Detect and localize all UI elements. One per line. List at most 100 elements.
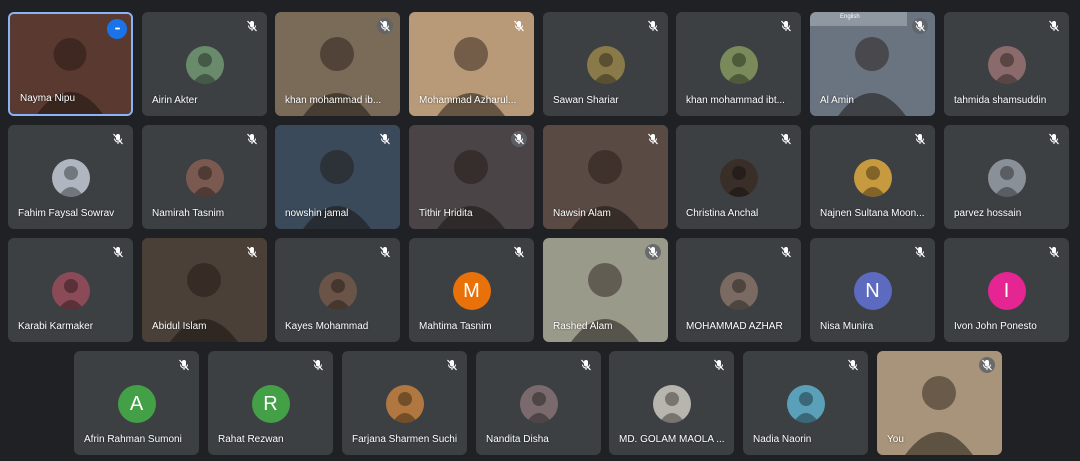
participant-avatar — [853, 159, 892, 197]
mic-muted-icon — [377, 244, 393, 260]
participant-tile[interactable]: parvez hossain — [944, 125, 1069, 229]
mic-muted-icon — [377, 131, 393, 147]
participant-tile[interactable]: Mohammad Azharul... — [409, 12, 534, 116]
participant-name: Mahtima Tasnim — [419, 321, 492, 332]
participant-letter-avatar: M — [452, 272, 491, 310]
participant-tile[interactable]: A Afrin Rahman Sumoni — [74, 351, 199, 455]
participant-name: Rahat Rezwan — [218, 434, 284, 445]
participant-name: khan mohammad ibt... — [686, 95, 785, 106]
participant-name: Sawan Shariar — [553, 95, 619, 106]
participant-name: Karabi Karmaker — [18, 321, 94, 332]
participant-letter-avatar: N — [853, 272, 892, 310]
participant-name: Tithir Hridita — [419, 208, 473, 219]
participant-avatar — [51, 159, 90, 197]
participant-avatar — [719, 46, 758, 84]
participant-name: You — [887, 434, 904, 445]
participant-name: Nadia Naorin — [753, 434, 812, 445]
participant-avatar — [719, 159, 758, 197]
participant-tile[interactable]: Nadia Naorin — [743, 351, 868, 455]
participant-name: Ivon John Ponesto — [954, 321, 1037, 332]
participant-tile[interactable]: khan mohammad ib... — [275, 12, 400, 116]
mic-muted-icon — [912, 18, 928, 34]
mic-muted-icon — [511, 244, 527, 260]
mic-muted-icon — [176, 357, 192, 373]
participant-tile[interactable]: ••• Nayma Nipu — [8, 12, 133, 116]
participant-name: Namirah Tasnim — [152, 208, 225, 219]
participant-tile[interactable]: Farjana Sharmen Suchi — [342, 351, 467, 455]
participant-name: Christina Anchal — [686, 208, 759, 219]
participant-letter-avatar: I — [987, 272, 1026, 310]
participant-tile[interactable]: nowshin jamal — [275, 125, 400, 229]
mic-muted-icon — [778, 131, 794, 147]
participant-letter-avatar: R — [251, 385, 290, 423]
mic-muted-icon — [778, 18, 794, 34]
participant-tile[interactable]: Namirah Tasnim — [142, 125, 267, 229]
participant-tile[interactable]: Al Amin English — [810, 12, 935, 116]
participant-name: Al Amin — [820, 95, 854, 106]
participant-name: Afrin Rahman Sumoni — [84, 434, 182, 445]
mic-muted-icon — [444, 357, 460, 373]
participant-tile[interactable]: You — [877, 351, 1002, 455]
participant-avatar — [987, 46, 1026, 84]
participant-name: khan mohammad ib... — [285, 95, 382, 106]
participant-name: Abidul Islam — [152, 321, 207, 332]
more-options-icon[interactable]: ••• — [107, 19, 127, 39]
participant-tile[interactable]: Tithir Hridita — [409, 125, 534, 229]
participant-name: MD. GOLAM MAOLA ... — [619, 434, 725, 445]
participant-tile[interactable]: Rashed Alam — [543, 238, 668, 342]
participant-name: Kayes Mohammad — [285, 321, 369, 332]
mic-muted-icon — [244, 131, 260, 147]
participant-name: Nawsin Alam — [553, 208, 611, 219]
participant-tile[interactable]: Nandita Disha — [476, 351, 601, 455]
mic-muted-icon — [511, 131, 527, 147]
participant-avatar — [51, 272, 90, 310]
participant-avatar — [385, 385, 424, 423]
participant-tile[interactable]: Airin Akter — [142, 12, 267, 116]
participant-avatar — [318, 272, 357, 310]
participant-tile[interactable]: Karabi Karmaker — [8, 238, 133, 342]
participant-name: Airin Akter — [152, 95, 198, 106]
mic-muted-icon — [645, 131, 661, 147]
participant-avatar — [519, 385, 558, 423]
participant-name: Nisa Munira — [820, 321, 874, 332]
participant-name: Nayma Nipu — [20, 93, 76, 104]
participant-avatar — [719, 272, 758, 310]
participant-avatar — [586, 46, 625, 84]
participant-tile[interactable]: N Nisa Munira — [810, 238, 935, 342]
participant-name: Farjana Sharmen Suchi — [352, 434, 458, 445]
mic-muted-icon — [979, 357, 995, 373]
mic-muted-icon — [645, 18, 661, 34]
mic-muted-icon — [1046, 244, 1062, 260]
participant-tile[interactable]: M Mahtima Tasnim — [409, 238, 534, 342]
mic-muted-icon — [1046, 131, 1062, 147]
mic-muted-icon — [244, 18, 260, 34]
mic-muted-icon — [845, 357, 861, 373]
participant-tile[interactable]: Abidul Islam — [142, 238, 267, 342]
participant-name: nowshin jamal — [285, 208, 349, 219]
participant-tile[interactable]: Sawan Shariar — [543, 12, 668, 116]
participant-name: tahmida shamsuddin — [954, 95, 1047, 106]
participant-tile[interactable]: Nawsin Alam — [543, 125, 668, 229]
participant-tile[interactable]: Kayes Mohammad — [275, 238, 400, 342]
language-overlay: English — [810, 12, 907, 26]
mic-muted-icon — [110, 131, 126, 147]
mic-muted-icon — [244, 244, 260, 260]
participant-avatar — [185, 46, 224, 84]
participant-tile[interactable]: I Ivon John Ponesto — [944, 238, 1069, 342]
participant-letter-avatar: A — [117, 385, 156, 423]
participant-tile[interactable]: R Rahat Rezwan — [208, 351, 333, 455]
mic-muted-icon — [377, 18, 393, 34]
participant-avatar — [185, 159, 224, 197]
mic-muted-icon — [912, 244, 928, 260]
mic-muted-icon — [912, 131, 928, 147]
participant-name: MOHAMMAD AZHAR — [686, 321, 783, 332]
participant-tile[interactable]: khan mohammad ibt... — [676, 12, 801, 116]
participant-tile[interactable]: MOHAMMAD AZHAR — [676, 238, 801, 342]
mic-muted-icon — [1046, 18, 1062, 34]
participant-tile[interactable]: Najnen Sultana Moon... — [810, 125, 935, 229]
participant-tile[interactable]: tahmida shamsuddin — [944, 12, 1069, 116]
participant-tile[interactable]: MD. GOLAM MAOLA ... — [609, 351, 734, 455]
participant-tile[interactable]: Fahim Faysal Sowrav — [8, 125, 133, 229]
mic-muted-icon — [711, 357, 727, 373]
participant-tile[interactable]: Christina Anchal — [676, 125, 801, 229]
